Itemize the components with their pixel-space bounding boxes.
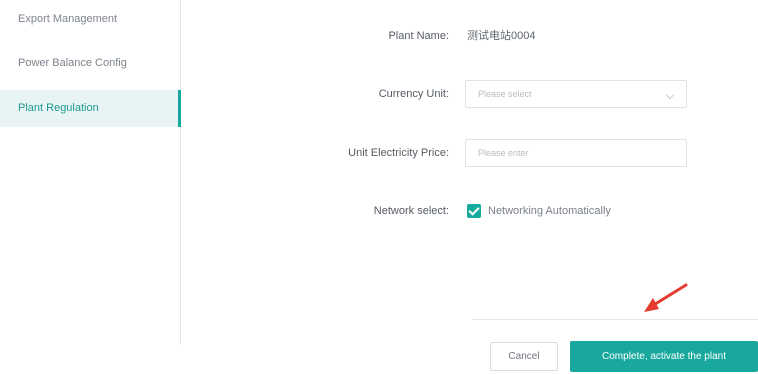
sidebar-item-power-balance-config[interactable]: Power Balance Config xyxy=(0,44,181,82)
currency-unit-placeholder: Please select xyxy=(478,89,532,99)
sidebar: Export Management Power Balance Config P… xyxy=(0,0,181,345)
currency-unit-label: Currency Unit: xyxy=(378,88,449,100)
networking-automatically-option[interactable]: Networking Automatically xyxy=(467,204,611,218)
plant-name-label: Plant Name: xyxy=(388,30,449,42)
sidebar-item-plant-regulation[interactable]: Plant Regulation xyxy=(0,90,181,127)
complete-activate-plant-button[interactable]: Complete, activate the plant xyxy=(570,341,758,372)
plant-name-row: Plant Name: 测试电站0004 xyxy=(190,22,710,50)
network-select-row: Network select: Networking Automatically xyxy=(190,197,710,225)
plant-name-value: 测试电站0004 xyxy=(467,30,536,42)
unit-electricity-price-row: Unit Electricity Price: xyxy=(190,139,710,167)
sidebar-item-export-management[interactable]: Export Management xyxy=(0,0,181,38)
unit-electricity-price-label: Unit Electricity Price: xyxy=(348,147,449,159)
networking-automatically-label: Networking Automatically xyxy=(488,205,611,217)
red-arrow-icon xyxy=(644,283,688,312)
chevron-down-icon xyxy=(665,90,675,100)
footer-divider xyxy=(472,319,758,320)
currency-unit-select[interactable]: Please select xyxy=(465,80,687,108)
check-icon[interactable] xyxy=(467,204,481,218)
currency-unit-row: Currency Unit: Please select xyxy=(190,80,710,108)
unit-electricity-price-input[interactable] xyxy=(465,139,687,167)
cancel-button[interactable]: Cancel xyxy=(490,342,558,371)
network-select-label: Network select: xyxy=(373,205,449,217)
